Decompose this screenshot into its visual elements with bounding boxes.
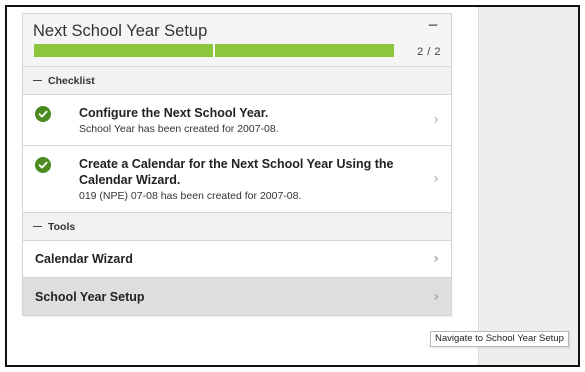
checklist-header: Checklist	[48, 74, 95, 87]
chevron-right-icon: ›	[433, 288, 439, 305]
tool-school-year-setup[interactable]: School Year Setup ›	[23, 278, 451, 315]
task-title: Configure the Next School Year.	[79, 106, 269, 120]
tool-label: Calendar Wizard	[35, 252, 133, 266]
right-pane	[478, 7, 578, 365]
progress-count: 2 / 2	[417, 46, 441, 58]
task-configure-next-school-year[interactable]: Configure the Next School Year. School Y…	[23, 95, 451, 146]
card-title: Next School Year Setup	[33, 22, 208, 40]
collapse-dash-icon	[33, 79, 42, 82]
progress-segment	[34, 44, 213, 57]
chevron-right-icon: ›	[433, 171, 439, 187]
tools-section-toggle[interactable]: Tools	[23, 213, 451, 241]
task-title: Create a Calendar for the Next School Ye…	[79, 157, 394, 187]
check-circle-icon	[35, 106, 51, 122]
progress-segment	[215, 44, 394, 57]
task-create-calendar[interactable]: Create a Calendar for the Next School Ye…	[23, 146, 451, 213]
progress-bar	[34, 44, 394, 57]
chevron-right-icon: ›	[433, 251, 439, 267]
checklist-section-toggle[interactable]: Checklist	[23, 67, 451, 95]
task-subtitle: 019 (NPE) 07-08 has been created for 200…	[79, 190, 302, 202]
check-circle-icon	[35, 157, 51, 173]
tool-calendar-wizard[interactable]: Calendar Wizard ›	[23, 241, 451, 278]
collapse-dash-icon	[33, 225, 42, 228]
collapse-icon[interactable]: −	[425, 16, 441, 34]
card-header: Next School Year Setup − 2 / 2	[23, 14, 451, 67]
tool-label: School Year Setup	[35, 289, 145, 304]
next-school-year-setup-card: Next School Year Setup − 2 / 2 Checklist…	[22, 13, 452, 316]
tools-header: Tools	[48, 220, 76, 233]
app-frame: Next School Year Setup − 2 / 2 Checklist…	[5, 5, 580, 367]
tooltip: Navigate to School Year Setup	[430, 331, 569, 347]
chevron-right-icon: ›	[433, 112, 439, 128]
task-subtitle: School Year has been created for 2007-08…	[79, 123, 279, 135]
